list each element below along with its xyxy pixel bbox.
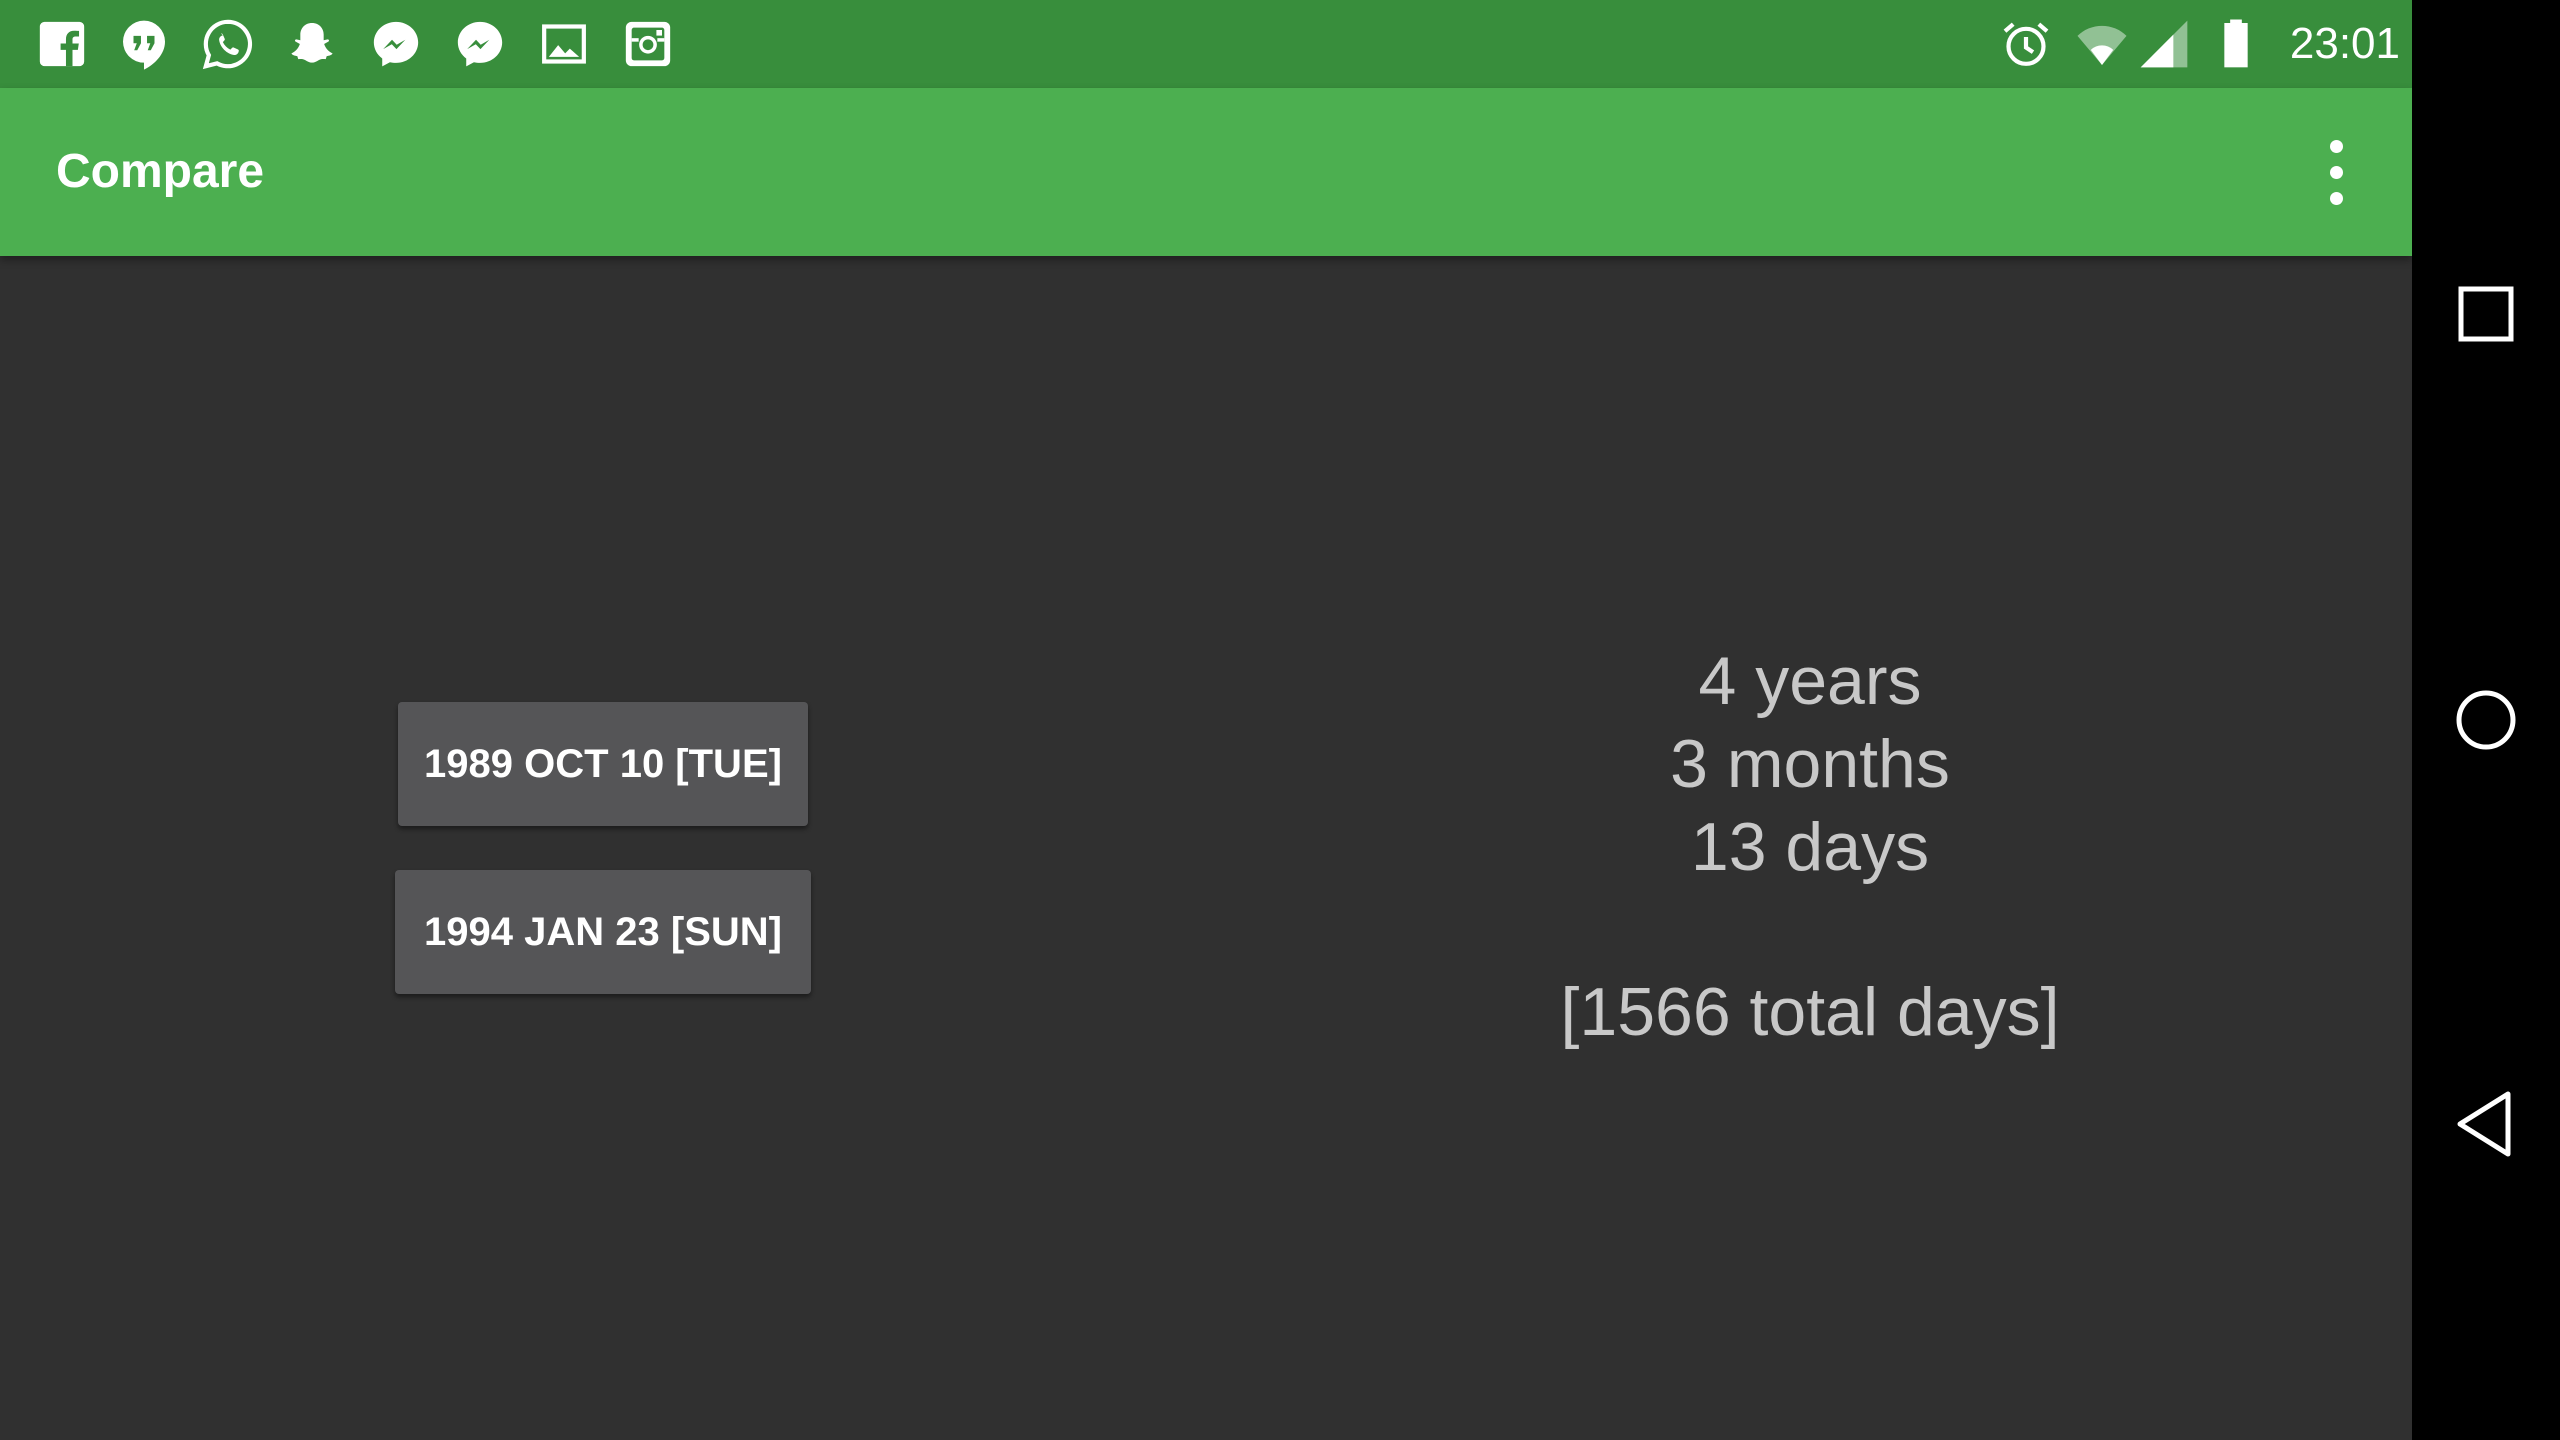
home-icon[interactable]	[2446, 680, 2526, 760]
facebook-icon	[34, 16, 90, 72]
hangouts-icon	[116, 16, 172, 72]
battery-icon	[2208, 16, 2264, 72]
result-days: 13 days	[1690, 809, 1930, 885]
whatsapp-icon	[200, 16, 256, 72]
back-icon[interactable]	[2446, 1084, 2526, 1164]
cell-signal-icon	[2136, 16, 2192, 72]
gallery-icon	[536, 16, 592, 72]
messenger-icon	[452, 16, 508, 72]
navigation-bar	[2412, 0, 2560, 1440]
result-months: 3 months	[1670, 726, 1950, 802]
app-bar: Compare	[0, 88, 2412, 256]
page-title: Compare	[56, 145, 265, 198]
snapchat-icon	[284, 16, 340, 72]
end-date-button[interactable]: 1994 JAN 23 [SUN]	[395, 870, 811, 994]
difference-result: 4 years 3 months 13 days [1566 total day…	[1440, 640, 2180, 1054]
instagram-icon	[620, 16, 676, 72]
clock: 23:01	[2289, 19, 2400, 68]
status-bar: 23:01	[0, 0, 2412, 88]
wifi-icon	[2074, 16, 2130, 72]
result-spacer	[1440, 889, 2180, 971]
start-date-button[interactable]: 1989 OCT 10 [TUE]	[398, 702, 808, 826]
recents-icon[interactable]	[2446, 274, 2526, 354]
alarm-icon	[1998, 16, 2054, 72]
result-total-days: [1566 total days]	[1560, 974, 2060, 1050]
messenger-icon	[368, 16, 424, 72]
more-vert-icon[interactable]	[2306, 134, 2366, 210]
result-years: 4 years	[1698, 643, 1922, 719]
